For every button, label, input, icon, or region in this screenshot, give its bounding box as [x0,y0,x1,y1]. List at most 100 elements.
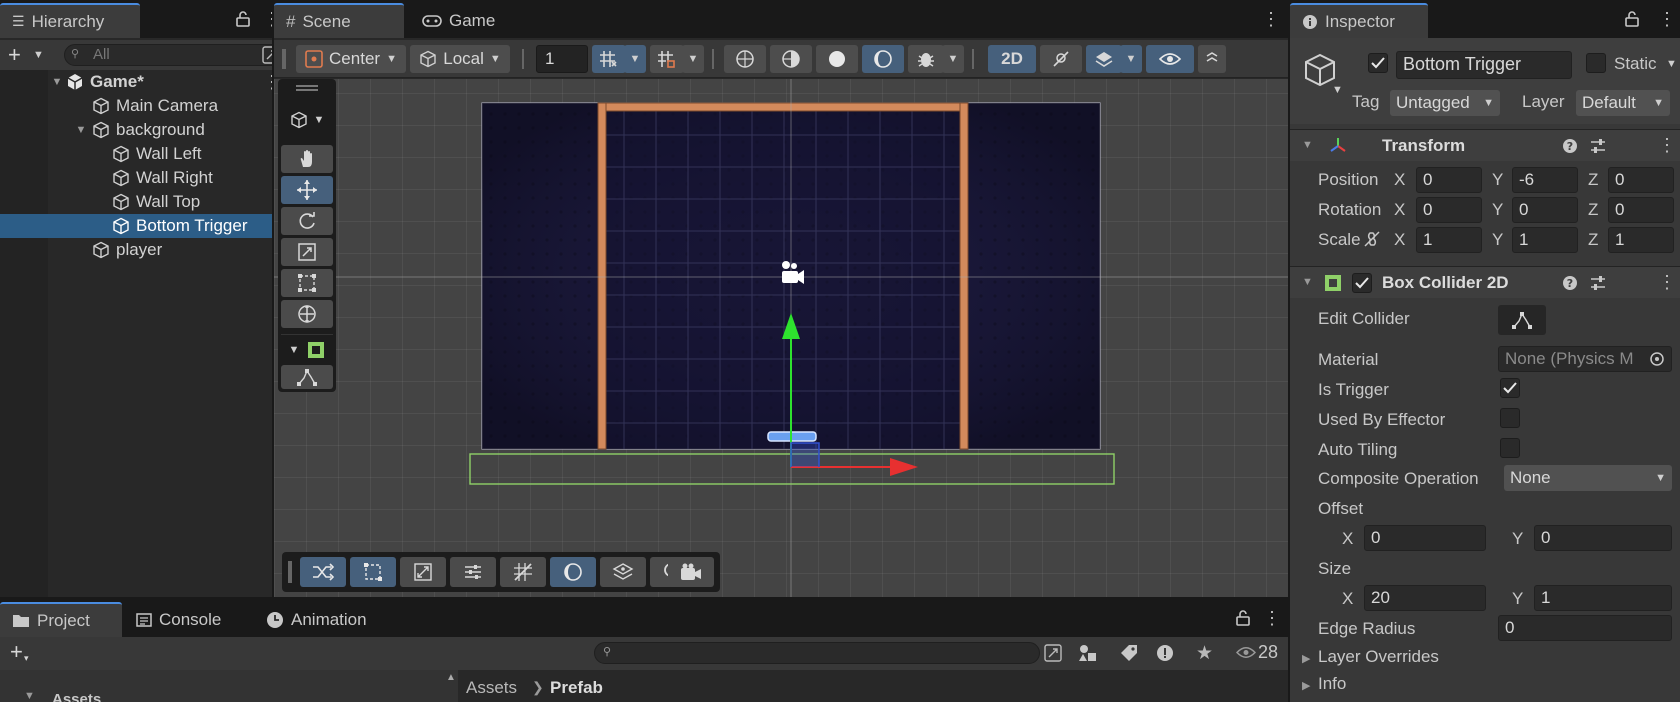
layer-dropdown[interactable]: Default ▼ [1576,90,1670,116]
hierarchy-item-background[interactable]: ▼ background [0,118,272,142]
edit-collider-tool-button[interactable] [281,365,333,389]
hierarchy-item-wall-left[interactable]: Wall Left [0,142,272,166]
debug-button[interactable] [908,45,944,73]
increment-snap-button[interactable] [650,45,684,73]
hierarchy-item-bottom-trigger[interactable]: Bottom Trigger [0,214,272,238]
static-checkbox[interactable] [1586,53,1606,73]
tree-item-assets[interactable]: Assets [52,690,101,702]
layer-overrides-foldout[interactable]: Layer Overrides [1318,647,1439,667]
scale-x-input[interactable]: 1 [1416,227,1482,253]
layers-toggle-button[interactable] [600,557,646,587]
scene-menu-icon[interactable]: ⋮ [1262,10,1280,28]
favorites-star-icon[interactable]: ★ [1196,642,1213,665]
composite-operation-dropdown[interactable]: None ▼ [1504,465,1672,491]
draw-mode-lit-button[interactable] [862,45,904,73]
scene-fx-button[interactable] [1086,45,1122,73]
constrain-proportions-icon[interactable] [1362,230,1382,248]
active-checkbox[interactable] [1368,53,1388,73]
lock-icon[interactable] [1236,610,1250,626]
panel-splitter[interactable] [272,0,274,597]
fold-arrow-right-icon[interactable]: ▶ [1302,679,1310,692]
size-y-input[interactable]: 1 [1534,585,1672,611]
tab-animation[interactable]: Animation [254,602,384,637]
scene-lighting-button[interactable] [1040,45,1082,73]
fold-arrow-icon[interactable]: ▼ [1302,139,1313,151]
edit-collider-button[interactable] [1498,305,1546,335]
tree-scroll-up-icon[interactable]: ▲ [446,672,456,683]
create-dropdown-icon[interactable]: ▾ [24,653,29,664]
grid-snap-dropdown[interactable]: ▼ [624,45,646,73]
transform-header[interactable]: ▼ Transform ? ⋮ [1290,129,1680,161]
collider-tool-dropdown[interactable]: ▼ [281,334,333,364]
log-errors-icon[interactable] [1156,644,1174,662]
hierarchy-item-player[interactable]: player [0,238,272,262]
debug-dropdown[interactable]: ▼ [942,45,964,73]
offset-x-input[interactable]: 0 [1364,525,1486,551]
add-icon[interactable]: + [8,42,21,68]
visibility-eye-icon[interactable] [1236,646,1256,659]
position-z-input[interactable]: 0 [1608,167,1674,193]
draw-mode-wireframe-button[interactable] [724,45,766,73]
breadcrumb-assets[interactable]: Assets [466,678,517,698]
camera-tool-button[interactable] [668,557,714,587]
info-foldout[interactable]: Info [1318,674,1346,694]
expand-arrow-icon[interactable]: ▼ [72,124,90,136]
toolbar-grip[interactable] [282,49,286,69]
scene-viewport[interactable]: ▼ ▼ [274,79,1288,597]
scale-z-input[interactable]: 1 [1608,227,1674,253]
create-asset-icon[interactable]: + [10,639,23,665]
overlay-grip[interactable] [288,561,292,583]
icon-dropdown-icon[interactable]: ▼ [1332,84,1343,96]
rect-tool-button[interactable] [281,269,333,297]
scene-fx-dropdown[interactable]: ▼ [1120,45,1142,73]
collider-menu-icon[interactable]: ⋮ [1658,273,1676,291]
hierarchy-search-input[interactable]: ⚲ All [64,44,286,66]
edge-radius-input[interactable]: 0 [1498,615,1672,641]
offset-y-input[interactable]: 0 [1534,525,1672,551]
panel-splitter[interactable] [0,597,1288,599]
hierarchy-item-wall-right[interactable]: Wall Right [0,166,272,190]
search-by-label-icon[interactable] [1120,644,1138,662]
transform-menu-icon[interactable]: ⋮ [1658,136,1676,154]
overlay-grip[interactable] [296,85,318,91]
tab-inspector[interactable]: Inspector [1290,3,1428,38]
tab-scene[interactable]: # Scene [274,3,404,38]
scale-tool-button[interactable] [281,238,333,266]
hierarchy-scene-root[interactable]: ▼ Game* ⋮ [0,70,281,94]
collider-enabled-checkbox[interactable] [1352,273,1372,293]
rotation-x-input[interactable]: 0 [1416,197,1482,223]
more-tools-button[interactable] [1198,45,1226,73]
space-dropdown[interactable]: Local ▼ [410,45,510,73]
scale-y-input[interactable]: 1 [1512,227,1578,253]
rotate-tool-button[interactable] [281,207,333,235]
search-filter-icon[interactable] [1044,644,1062,662]
project-menu-icon[interactable]: ⋮ [1263,609,1281,627]
auto-tiling-checkbox[interactable] [1500,438,1520,458]
hierarchy-item-main-camera[interactable]: Main Camera [0,94,272,118]
tag-dropdown[interactable]: Untagged ▼ [1390,90,1500,116]
fold-arrow-icon[interactable]: ▼ [1302,276,1313,288]
rotation-z-input[interactable]: 0 [1608,197,1674,223]
hand-tool-button[interactable] [281,145,333,173]
hierarchy-item-wall-top[interactable]: Wall Top [0,190,272,214]
used-by-effector-checkbox[interactable] [1500,408,1520,428]
tab-project[interactable]: Project [0,602,122,637]
inspector-menu-icon[interactable]: ⋮ [1658,10,1676,28]
project-search-input[interactable]: ⚲ [594,642,1040,664]
search-by-type-icon[interactable] [1078,644,1098,662]
grid-size-field[interactable]: 1 [536,45,588,73]
box-select-button[interactable] [350,557,396,587]
gameobject-large-icon[interactable] [1302,52,1338,88]
scene-visibility-button[interactable] [1146,45,1194,73]
box-collider-header[interactable]: ▼ Box Collider 2D ? ⋮ [1290,266,1680,298]
help-icon[interactable]: ? [1562,275,1578,291]
object-name-input[interactable]: Bottom Trigger [1396,51,1572,79]
transform-tool-button[interactable] [281,300,333,328]
draw-mode-shaded-wire-button[interactable] [770,45,812,73]
lock-icon[interactable] [236,11,250,27]
position-y-input[interactable]: -6 [1512,167,1578,193]
tab-hierarchy[interactable]: ☰ Hierarchy [0,3,140,38]
move-tool-button[interactable] [281,176,333,204]
random-tool-button[interactable] [300,557,346,587]
expand-arrow-icon[interactable]: ▼ [50,76,64,88]
